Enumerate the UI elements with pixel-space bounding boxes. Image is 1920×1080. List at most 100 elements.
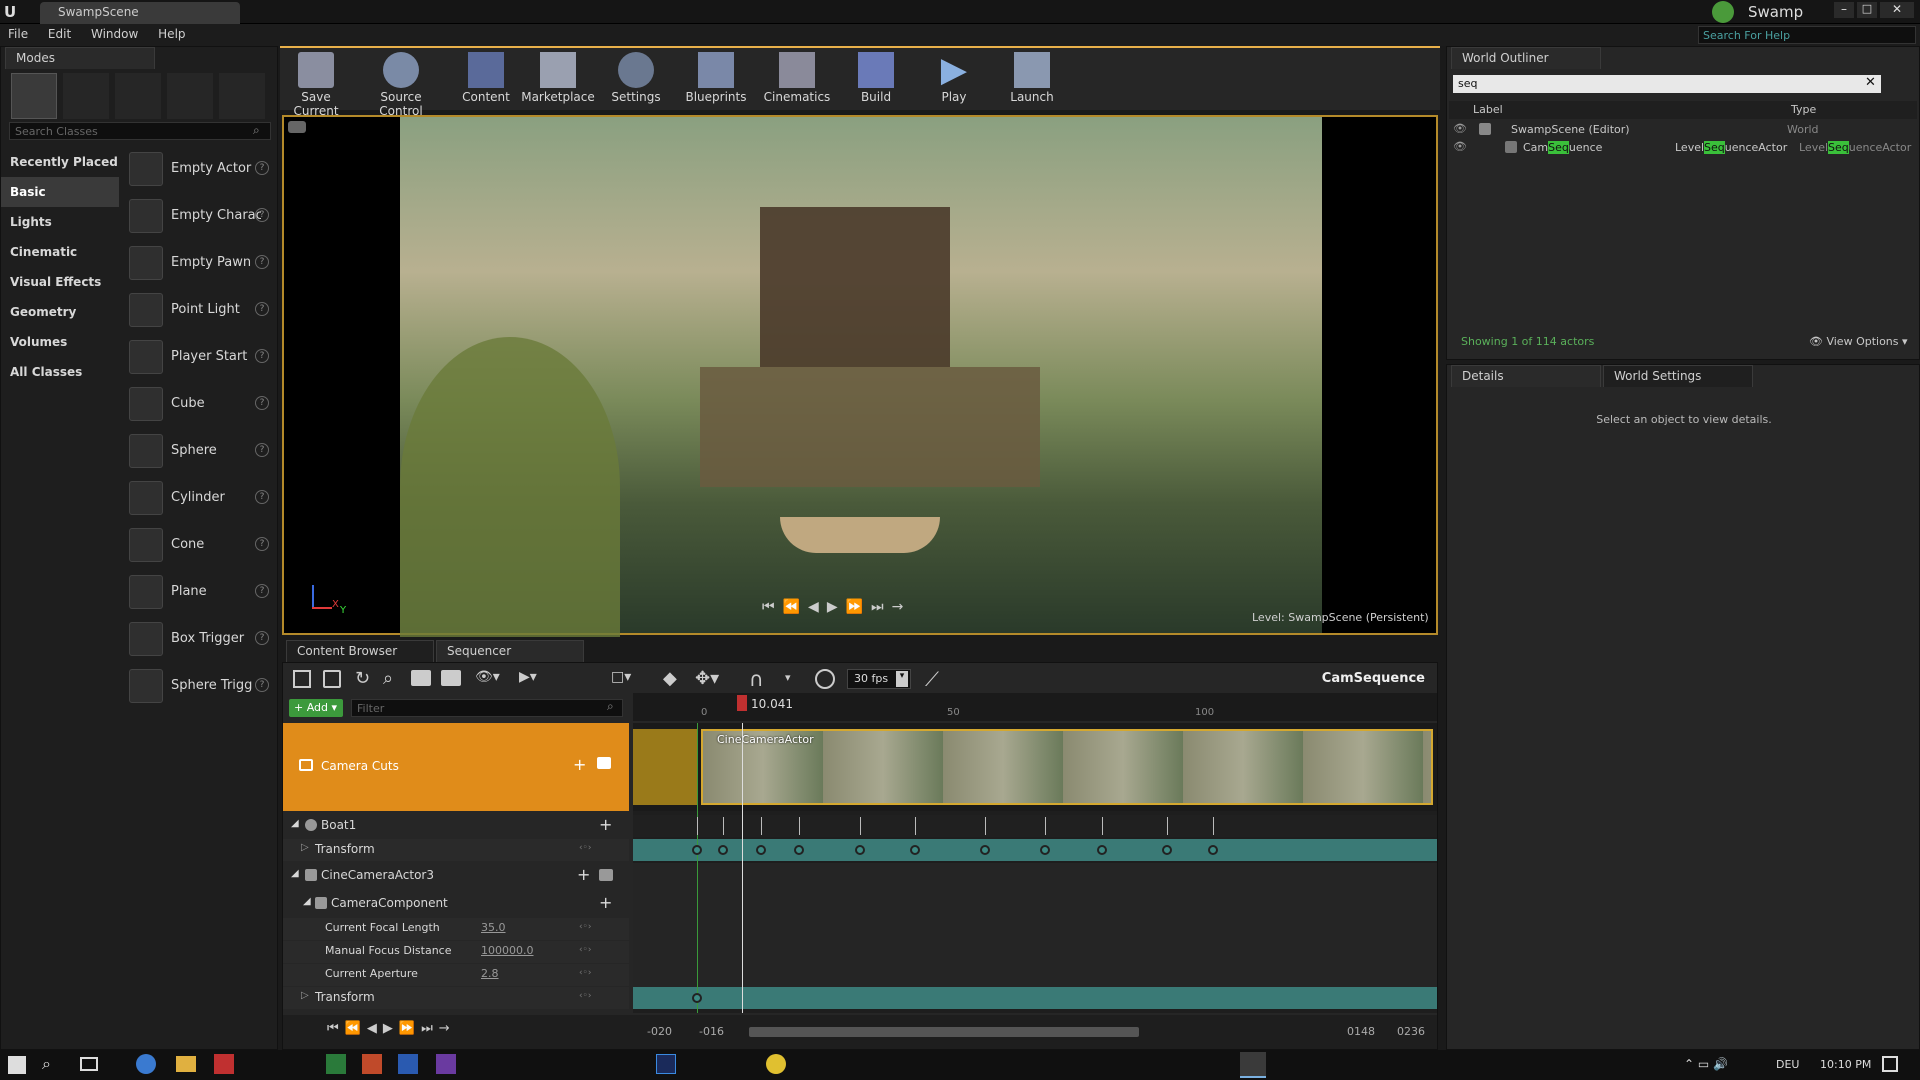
launch-button[interactable]: Launch	[996, 48, 1068, 110]
camera-lock-icon[interactable]	[597, 757, 611, 769]
category-lights[interactable]: Lights	[1, 207, 119, 237]
menu-edit[interactable]: Edit	[40, 24, 79, 44]
aperture-track[interactable]: Current Aperture 2.8 ‹◦›	[283, 964, 629, 986]
time-ruler[interactable]: 10.041 0 50 100	[633, 693, 1437, 721]
expand-icon[interactable]: ▷	[301, 990, 309, 1001]
outliner-row[interactable]: 👁 SwampScene (Editor) World	[1449, 121, 1917, 139]
loop-icon[interactable]: →	[439, 1021, 456, 1036]
menu-file[interactable]: File	[0, 24, 36, 44]
unreal-editor-icon[interactable]	[1240, 1052, 1266, 1078]
actor-item[interactable]: Point Light?	[125, 288, 275, 332]
category-visual-effects[interactable]: Visual Effects	[1, 267, 119, 297]
language-indicator[interactable]: DEU	[1776, 1058, 1799, 1071]
range-start-inner[interactable]: -016	[699, 1025, 724, 1038]
category-recently-placed[interactable]: Recently Placed	[1, 147, 119, 177]
clear-search-icon[interactable]: ✕	[1865, 75, 1876, 90]
col-type-header[interactable]: Type	[1791, 103, 1816, 116]
help-icon[interactable]: ?	[255, 349, 269, 363]
document-tab[interactable]: SwampScene	[40, 2, 240, 24]
focus-distance-track[interactable]: Manual Focus Distance 100000.0 ‹◦›	[283, 941, 629, 963]
actor-item[interactable]: Plane?	[125, 570, 275, 614]
key-nav-icon[interactable]: ‹◦›	[579, 945, 592, 955]
col-label-header[interactable]: Label	[1473, 103, 1503, 116]
visual-studio-icon[interactable]	[436, 1054, 456, 1074]
step-back-icon[interactable]: ⏪	[345, 1021, 367, 1036]
eye-dropdown-icon[interactable]: 👁▾	[475, 669, 500, 685]
sequencer-tab[interactable]: Sequencer	[436, 640, 584, 662]
blueprints-button[interactable]: Blueprints	[680, 48, 752, 110]
range-start-outer[interactable]: -020	[647, 1025, 672, 1038]
actor-item[interactable]: Sphere Trigg?	[125, 664, 275, 708]
transform-keyframe[interactable]	[1208, 845, 1218, 855]
help-icon[interactable]: ?	[255, 208, 269, 222]
camera-transform-keyframe[interactable]	[692, 993, 702, 1003]
actor-item[interactable]: Empty Pawn?	[125, 241, 275, 285]
help-icon[interactable]: ?	[255, 584, 269, 598]
help-icon[interactable]: ?	[255, 396, 269, 410]
add-icon[interactable]: +	[599, 893, 612, 912]
save-current-button[interactable]: Save Current	[280, 48, 352, 118]
jump-to-start-icon[interactable]: ⏮	[762, 599, 783, 615]
step-back-icon[interactable]: ⏪	[783, 599, 808, 615]
save-sequence-icon[interactable]	[293, 670, 311, 688]
snap-dropdown-icon[interactable]: ▾	[785, 671, 791, 684]
play-reverse-icon[interactable]: ◀	[367, 1021, 383, 1036]
eye-icon[interactable]: 👁	[1453, 122, 1467, 135]
transform-keyframe[interactable]	[910, 845, 920, 855]
key-nav-icon[interactable]: ‹◦›	[579, 922, 592, 932]
actor-item[interactable]: Sphere?	[125, 429, 275, 473]
transform-keyframe[interactable]	[1040, 845, 1050, 855]
paint-mode-icon[interactable]	[63, 73, 109, 119]
add-icon[interactable]: +	[577, 865, 590, 884]
transform-keyframe[interactable]	[718, 845, 728, 855]
snap-magnet-icon[interactable]: ∩	[749, 667, 764, 691]
add-icon[interactable]: +	[599, 815, 612, 834]
filezilla-icon[interactable]	[214, 1054, 234, 1074]
foliage-mode-icon[interactable]	[167, 73, 213, 119]
transform-keyframe[interactable]	[855, 845, 865, 855]
chrome-icon[interactable]	[766, 1054, 786, 1074]
word-icon[interactable]	[398, 1054, 418, 1074]
source-control-button[interactable]: Source Control	[360, 48, 442, 118]
search-classes-input[interactable]: Search Classes	[9, 122, 271, 140]
view-options-button[interactable]: 👁 View Options ▾	[1809, 335, 1908, 348]
camera-cut-clip[interactable]: CineCameraActor	[701, 729, 1433, 805]
modes-tab[interactable]: Modes	[5, 47, 155, 69]
play-reverse-icon[interactable]: ◀	[808, 599, 827, 615]
transform-keyframe[interactable]	[794, 845, 804, 855]
category-geometry[interactable]: Geometry	[1, 297, 119, 327]
explorer-icon[interactable]	[176, 1056, 196, 1072]
task-view-icon[interactable]	[80, 1057, 98, 1071]
search-help-input[interactable]: Search For Help	[1698, 26, 1916, 44]
viewport-options-icon[interactable]	[288, 121, 306, 133]
category-all-classes[interactable]: All Classes	[1, 357, 119, 387]
transform-keyframe[interactable]	[1162, 845, 1172, 855]
step-forward-icon[interactable]: ⏩	[846, 599, 871, 615]
camera-transform-track[interactable]: ▷ Transform ‹◦›	[283, 987, 629, 1009]
transform-keyframe[interactable]	[756, 845, 766, 855]
actor-item[interactable]: Cube?	[125, 382, 275, 426]
camera-component-track[interactable]: ◢ CameraComponent +	[283, 893, 629, 915]
landscape-mode-icon[interactable]	[115, 73, 161, 119]
excel-icon[interactable]	[326, 1054, 346, 1074]
outliner-search-input[interactable]: seq	[1453, 75, 1881, 93]
windows-start-icon[interactable]	[8, 1056, 26, 1074]
render-movie-icon[interactable]	[411, 670, 431, 686]
expand-icon[interactable]: ▷	[301, 842, 309, 853]
build-button[interactable]: Build	[840, 48, 912, 110]
outliner-row[interactable]: 👁 CamSequence LevelSequenceActor LevelSe…	[1449, 139, 1917, 157]
marketplace-button[interactable]: Marketplace	[518, 48, 598, 110]
fps-select[interactable]: 30 fps ▾	[847, 669, 911, 689]
key-icon[interactable]: ◆	[663, 668, 677, 689]
transform-keyframe[interactable]	[980, 845, 990, 855]
help-icon[interactable]: ?	[255, 490, 269, 504]
jump-to-end-icon[interactable]: ⏭	[421, 1021, 439, 1036]
key-nav-icon[interactable]: ‹◦›	[579, 843, 592, 853]
help-icon[interactable]: ?	[255, 255, 269, 269]
key-nav-icon[interactable]: ‹◦›	[579, 991, 592, 1001]
help-icon[interactable]: ?	[255, 161, 269, 175]
photoshop-icon[interactable]	[656, 1054, 676, 1074]
settings-button[interactable]: Settings	[600, 48, 672, 110]
boat-track[interactable]: ◢ Boat1 +	[283, 815, 629, 837]
search-icon[interactable]: ⌕	[383, 668, 393, 689]
